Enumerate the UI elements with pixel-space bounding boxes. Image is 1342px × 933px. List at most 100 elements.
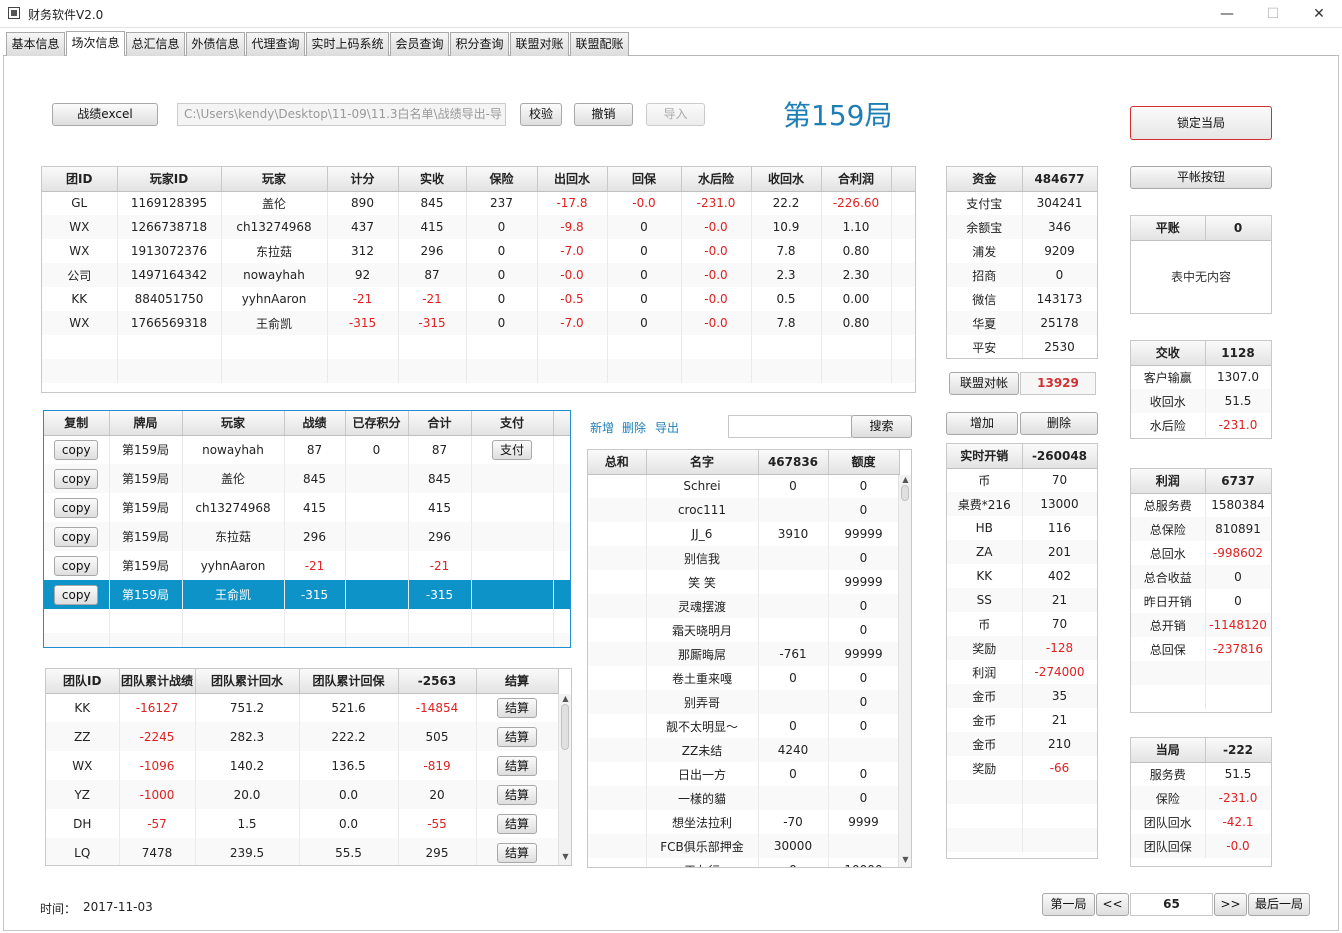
team-row[interactable]: DH -57 1.5 0.0 -55 结算 bbox=[46, 809, 559, 838]
scroll-thumb[interactable] bbox=[561, 704, 569, 750]
settle-button[interactable]: 结算 bbox=[497, 784, 537, 805]
team-scrollbar[interactable]: ▲ ▼ bbox=[558, 694, 571, 865]
file-path-field[interactable]: C:\Users\kendy\Desktop\11-09\11.3白名单\战绩导… bbox=[177, 103, 506, 126]
member-row[interactable]: 靓不太明显～ 0 0 bbox=[588, 714, 900, 738]
scroll-down-icon[interactable]: ▼ bbox=[559, 852, 571, 861]
funds-row[interactable]: 平安 2530 bbox=[947, 335, 1097, 358]
funds-row[interactable]: 招商 0 bbox=[947, 263, 1097, 287]
realtime-row[interactable] bbox=[947, 780, 1097, 804]
member-row[interactable]: croc111 0 bbox=[588, 498, 900, 522]
member-row[interactable]: 笑 笑 99999 bbox=[588, 570, 900, 594]
profit-row[interactable]: 总服务费 1580384 bbox=[1131, 493, 1271, 517]
member-row[interactable]: FCB俱乐部押金 30000 bbox=[588, 834, 900, 858]
tab-basic-info[interactable]: 基本信息 bbox=[6, 32, 65, 56]
team-row[interactable]: WX -1096 140.2 136.5 -819 结算 bbox=[46, 751, 559, 780]
player-row[interactable] bbox=[42, 335, 915, 359]
realtime-row[interactable]: 金币 21 bbox=[947, 708, 1097, 732]
delete-button[interactable]: 删除 bbox=[1020, 412, 1098, 435]
close-button[interactable]: ✕ bbox=[1296, 0, 1342, 28]
current-row[interactable]: 团队回水 -42.1 bbox=[1131, 810, 1271, 834]
team-row[interactable]: ZZ -2245 282.3 222.2 505 结算 bbox=[46, 722, 559, 751]
realtime-row[interactable]: 金币 35 bbox=[947, 684, 1097, 708]
last-round-button[interactable]: 最后一局 bbox=[1248, 893, 1310, 916]
player-row[interactable]: 公司 1497164342 nowayhah 92 87 0 -0.0 0 -0.0 2.3 2.3… bbox=[42, 263, 915, 287]
player-row[interactable]: KK 884051750 yyhnAaron -21 -21 0 -0.5 0 -0.0 0.5 0… bbox=[42, 287, 915, 311]
scroll-down-icon[interactable]: ▼ bbox=[899, 855, 911, 864]
team-row[interactable]: LQ 7478 239.5 55.5 295 结算 bbox=[46, 838, 559, 865]
funds-row[interactable]: 浦发 9209 bbox=[947, 239, 1097, 263]
member-row[interactable]: 灵魂摆渡 0 bbox=[588, 594, 900, 618]
realtime-row[interactable]: 奖励 -128 bbox=[947, 636, 1097, 660]
copy-button[interactable]: copy bbox=[54, 497, 99, 518]
funds-row[interactable]: 华夏 25178 bbox=[947, 311, 1097, 335]
profit-row[interactable] bbox=[1131, 685, 1271, 709]
next-round-button[interactable]: >> bbox=[1214, 893, 1247, 916]
copy-button[interactable]: copy bbox=[54, 526, 99, 547]
excel-button[interactable]: 战绩excel bbox=[52, 103, 158, 126]
profit-row[interactable]: 总保险 810891 bbox=[1131, 517, 1271, 541]
scroll-thumb[interactable] bbox=[901, 485, 909, 501]
profit-row[interactable]: 总回保 -237816 bbox=[1131, 637, 1271, 661]
profit-row[interactable] bbox=[1131, 661, 1271, 685]
player-row[interactable] bbox=[42, 359, 915, 383]
tab-realtime-chips[interactable]: 实时上码系统 bbox=[306, 32, 389, 56]
copy-button[interactable]: copy bbox=[54, 439, 99, 460]
funds-row[interactable]: 余额宝 346 bbox=[947, 215, 1097, 239]
tab-member-query[interactable]: 会员查询 bbox=[390, 32, 449, 56]
import-button[interactable]: 导入 bbox=[646, 103, 705, 126]
copy-row[interactable]: copy 第159局 王俞凯 -315 -315 bbox=[44, 580, 570, 609]
prev-round-button[interactable]: << bbox=[1096, 893, 1129, 916]
copy-row[interactable]: copy 第159局 nowayhah 87 0 87 支付 bbox=[44, 435, 570, 464]
profit-row[interactable]: 总合收益 0 bbox=[1131, 565, 1271, 589]
profit-row[interactable]: 总开销 -1148120 bbox=[1131, 613, 1271, 637]
member-scrollbar[interactable]: ▲ ▼ bbox=[898, 475, 911, 867]
alliance-reconcile-button[interactable]: 联盟对帐 bbox=[949, 372, 1019, 395]
delete-link[interactable]: 删除 bbox=[622, 419, 646, 436]
current-row[interactable]: 保险 -231.0 bbox=[1131, 786, 1271, 810]
copy-row[interactable]: copy 第159局 盖伦 845 845 bbox=[44, 464, 570, 493]
scroll-up-icon[interactable]: ▲ bbox=[559, 694, 571, 703]
team-row[interactable]: YZ -1000 20.0 0.0 20 结算 bbox=[46, 780, 559, 809]
settle-button[interactable]: 结算 bbox=[497, 697, 537, 718]
tab-agent-query[interactable]: 代理查询 bbox=[246, 32, 305, 56]
tab-alliance-allocate[interactable]: 联盟配账 bbox=[570, 32, 629, 56]
current-row[interactable]: 团队回保 -0.0 bbox=[1131, 834, 1271, 858]
check-button[interactable]: 校验 bbox=[520, 103, 562, 126]
settle-button[interactable]: 结算 bbox=[497, 813, 537, 834]
member-row[interactable]: 别信我 0 bbox=[588, 546, 900, 570]
handover-row[interactable]: 收回水 51.5 bbox=[1131, 389, 1271, 413]
settle-button[interactable]: 结算 bbox=[497, 726, 537, 747]
export-link[interactable]: 导出 bbox=[655, 419, 679, 436]
member-row[interactable]: JJ_6 3910 99999 bbox=[588, 522, 900, 546]
realtime-row[interactable]: 利润 -274000 bbox=[947, 660, 1097, 684]
copy-row[interactable]: copy 第159局 ch13274968 415 415 bbox=[44, 493, 570, 522]
player-row[interactable]: WX 1266738718 ch13274968 437 415 0 -9.8 0 -0.0 10… bbox=[42, 215, 915, 239]
add-button[interactable]: 增加 bbox=[946, 412, 1018, 435]
current-row[interactable]: 服务费 51.5 bbox=[1131, 762, 1271, 786]
member-row[interactable]: 卷土重来嘎 0 0 bbox=[588, 666, 900, 690]
member-row[interactable]: 霜天晓明月 0 bbox=[588, 618, 900, 642]
first-round-button[interactable]: 第一局 bbox=[1042, 893, 1095, 916]
maximize-button[interactable]: ☐ bbox=[1250, 0, 1296, 28]
realtime-row[interactable]: 金币 210 bbox=[947, 732, 1097, 756]
copy-row[interactable]: copy 第159局 yyhnAaron -21 -21 bbox=[44, 551, 570, 580]
member-row[interactable]: 想坐法拉利 -70 9999 bbox=[588, 810, 900, 834]
player-row[interactable]: WX 1766569318 王俞凯 -315 -315 0 -7.0 0 -0.0 7.8 0.80 bbox=[42, 311, 915, 335]
member-row[interactable]: Schrei 0 0 bbox=[588, 474, 900, 498]
copy-row[interactable] bbox=[44, 633, 570, 647]
member-row[interactable]: 那厮晦屌 -761 99999 bbox=[588, 642, 900, 666]
tab-alliance-reconcile[interactable]: 联盟对账 bbox=[510, 32, 569, 56]
realtime-row[interactable] bbox=[947, 828, 1097, 852]
realtime-row[interactable]: 币 70 bbox=[947, 468, 1097, 492]
realtime-row[interactable]: 桌费*216 13000 bbox=[947, 492, 1097, 516]
realtime-row[interactable]: KK 402 bbox=[947, 564, 1097, 588]
copy-button[interactable]: copy bbox=[54, 555, 99, 576]
search-button[interactable]: 搜索 bbox=[851, 415, 912, 438]
player-row[interactable]: WX 1913072376 东拉菇 312 296 0 -7.0 0 -0.0 7.8 0.80 bbox=[42, 239, 915, 263]
realtime-row[interactable]: 奖励 -66 bbox=[947, 756, 1097, 780]
realtime-row[interactable]: 币 70 bbox=[947, 612, 1097, 636]
tab-session-info[interactable]: 场次信息 bbox=[66, 31, 125, 57]
add-link[interactable]: 新增 bbox=[590, 419, 614, 436]
realtime-row[interactable] bbox=[947, 804, 1097, 828]
player-row[interactable]: GL 1169128395 盖伦 890 845 237 -17.8 -0.0 -231.0 22… bbox=[42, 191, 915, 215]
